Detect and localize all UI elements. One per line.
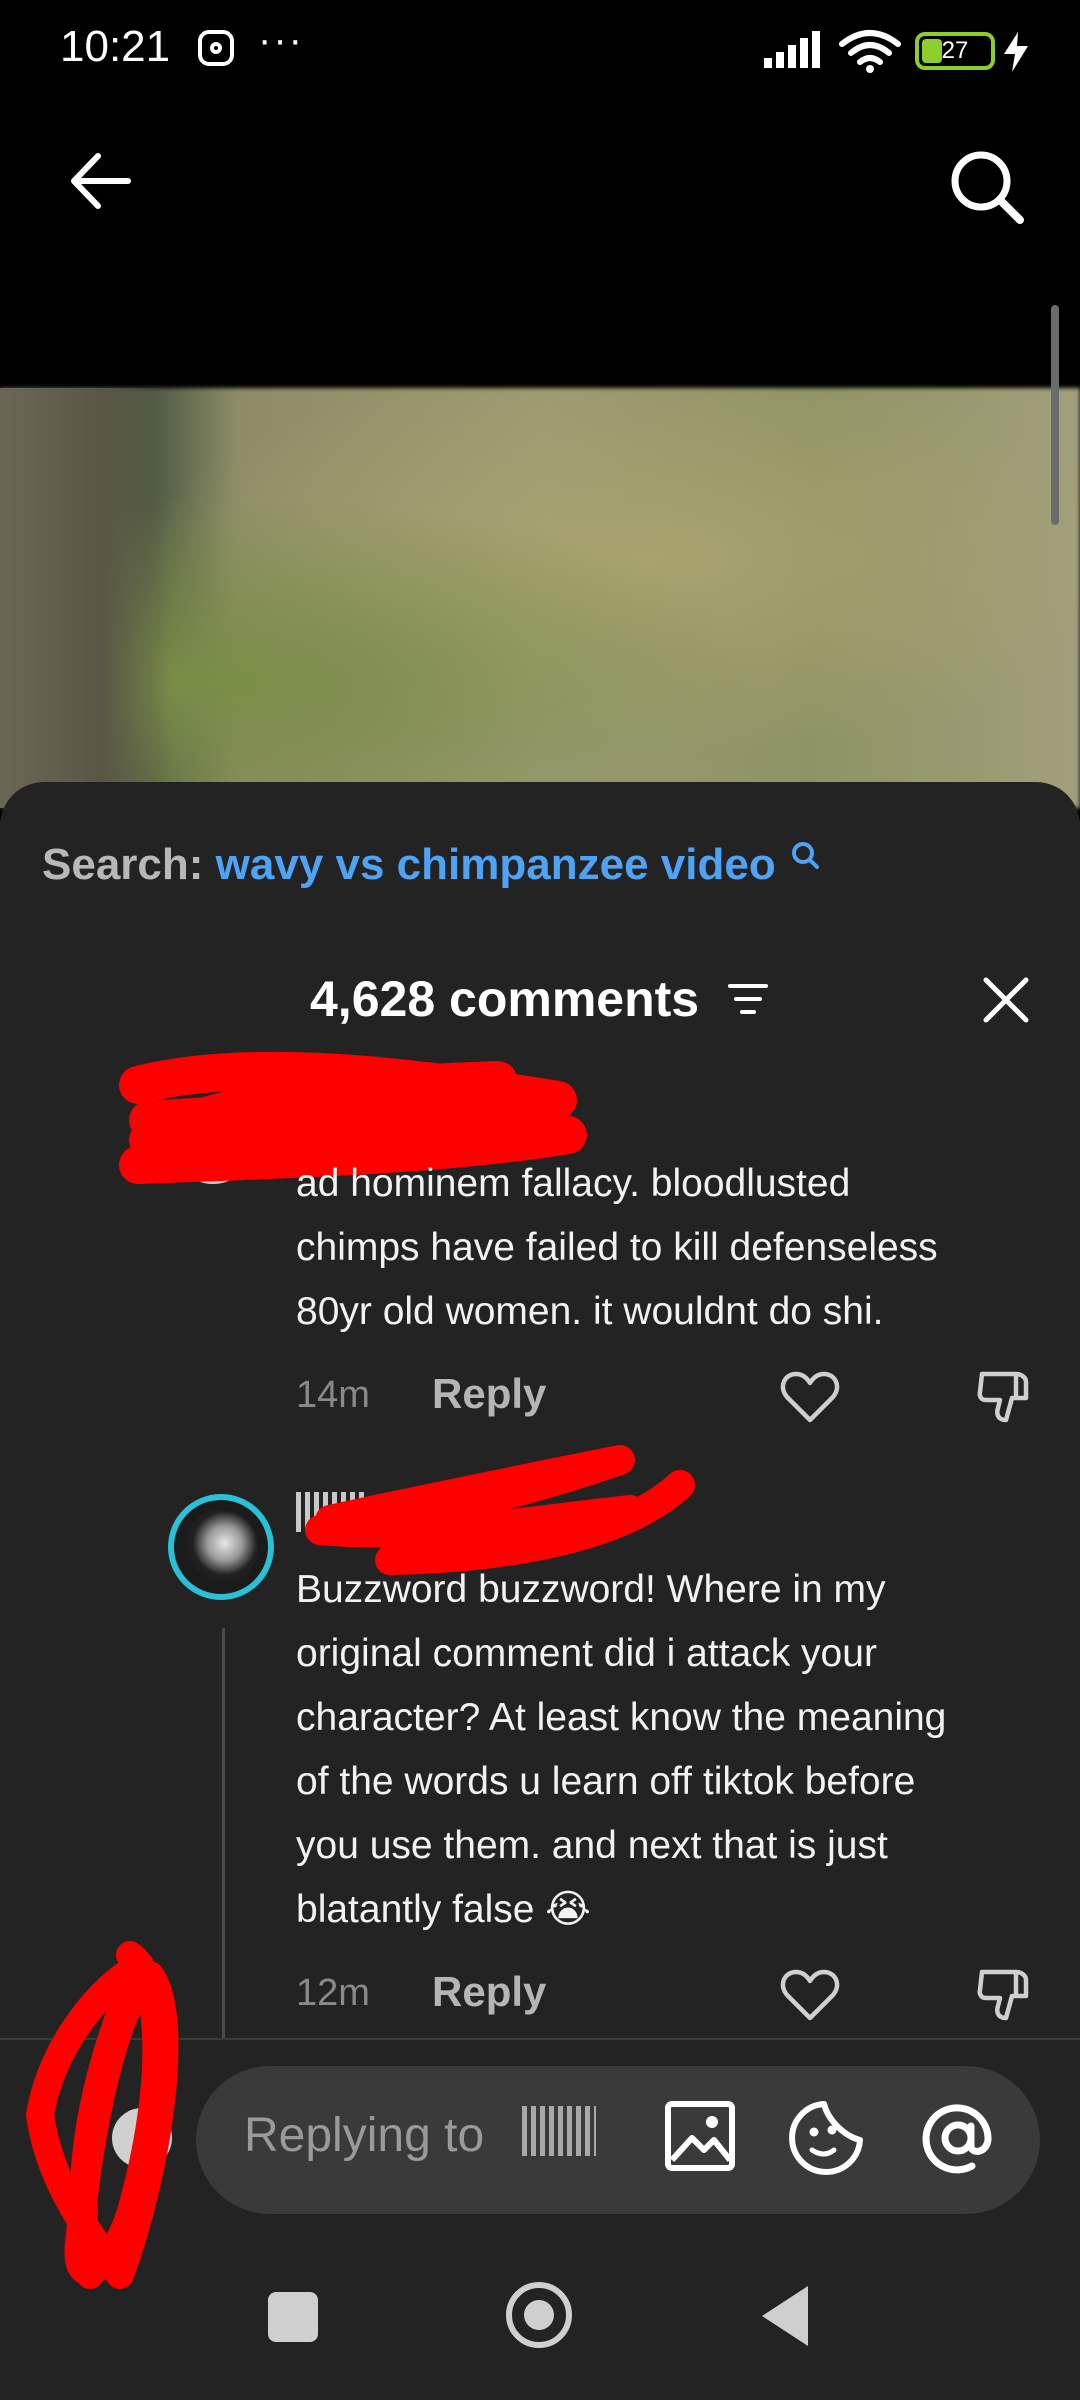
signal-icon bbox=[764, 31, 820, 68]
comment-line: character? At least know the meaning bbox=[296, 1696, 947, 1739]
back-arrow-icon[interactable] bbox=[66, 146, 136, 216]
overflow-dots: ··· bbox=[258, 18, 304, 62]
heart-icon[interactable] bbox=[780, 1370, 840, 1424]
wifi-icon bbox=[839, 30, 901, 73]
reply-button[interactable]: Reply bbox=[432, 1968, 546, 2016]
search-suggestion[interactable]: Search: wavy vs chimpanzee video bbox=[42, 840, 820, 890]
redaction-scribble bbox=[26, 1941, 179, 2289]
comment-line: of the words u learn off tiktok before bbox=[296, 1760, 916, 1803]
reply-button[interactable]: Reply bbox=[432, 1370, 546, 1418]
comment-timestamp: 12m bbox=[296, 1972, 370, 2014]
comment-line: you use them. and next that is just bbox=[296, 1824, 888, 1867]
thread-line bbox=[222, 1628, 225, 2038]
comment-line: chimps have failed to kill defenseless bbox=[296, 1226, 938, 1269]
comment-line: original comment did i attack your bbox=[296, 1632, 877, 1675]
heart-icon[interactable] bbox=[780, 1968, 840, 2022]
sticker-icon[interactable] bbox=[788, 2100, 864, 2176]
instagram-icon bbox=[198, 30, 234, 66]
search-suggestion-query[interactable]: wavy vs chimpanzee video bbox=[216, 840, 776, 889]
reply-input-placeholder[interactable]: Replying to bbox=[244, 2108, 484, 2163]
sort-filter-icon[interactable] bbox=[728, 982, 768, 1016]
close-icon[interactable] bbox=[976, 970, 1036, 1030]
search-suggestion-label: Search: bbox=[42, 840, 204, 889]
search-small-icon bbox=[791, 842, 819, 869]
comment-line: 80yr old women. it wouldnt do shi. bbox=[296, 1290, 884, 1333]
battery-level: 27 bbox=[941, 37, 969, 64]
recents-square-icon[interactable] bbox=[268, 2292, 318, 2342]
charging-icon bbox=[1004, 32, 1028, 72]
mention-at-icon[interactable] bbox=[916, 2096, 1000, 2180]
dislike-icon[interactable] bbox=[976, 1966, 1034, 2024]
comments-count-title: 4,628 comments bbox=[310, 971, 700, 1027]
home-circle-icon[interactable] bbox=[506, 2282, 572, 2348]
battery-icon: 27 bbox=[915, 32, 995, 70]
comment-line: Buzzword buzzword! Where in my bbox=[296, 1568, 886, 1611]
comment-body: ad hominem fallacy. bloodlusted chimps h… bbox=[296, 1152, 1056, 1344]
back-triangle-icon[interactable] bbox=[762, 2286, 808, 2346]
scroll-indicator bbox=[1051, 305, 1059, 525]
comment-line: blatantly false 😭 bbox=[296, 1888, 591, 1931]
image-icon[interactable] bbox=[664, 2100, 736, 2172]
comment-line: ad hominem fallacy. bloodlusted bbox=[296, 1162, 851, 1205]
avatar[interactable] bbox=[168, 1494, 274, 1600]
video-preview-trunk bbox=[0, 388, 170, 808]
comment-body: Buzzword buzzword! Where in my original … bbox=[296, 1558, 1066, 1942]
reply-target-username bbox=[522, 2106, 596, 2156]
dislike-icon[interactable] bbox=[976, 1368, 1034, 1426]
search-icon[interactable] bbox=[946, 146, 1026, 226]
comment-timestamp: 14m bbox=[296, 1374, 370, 1416]
status-time: 10:21 bbox=[60, 22, 171, 71]
